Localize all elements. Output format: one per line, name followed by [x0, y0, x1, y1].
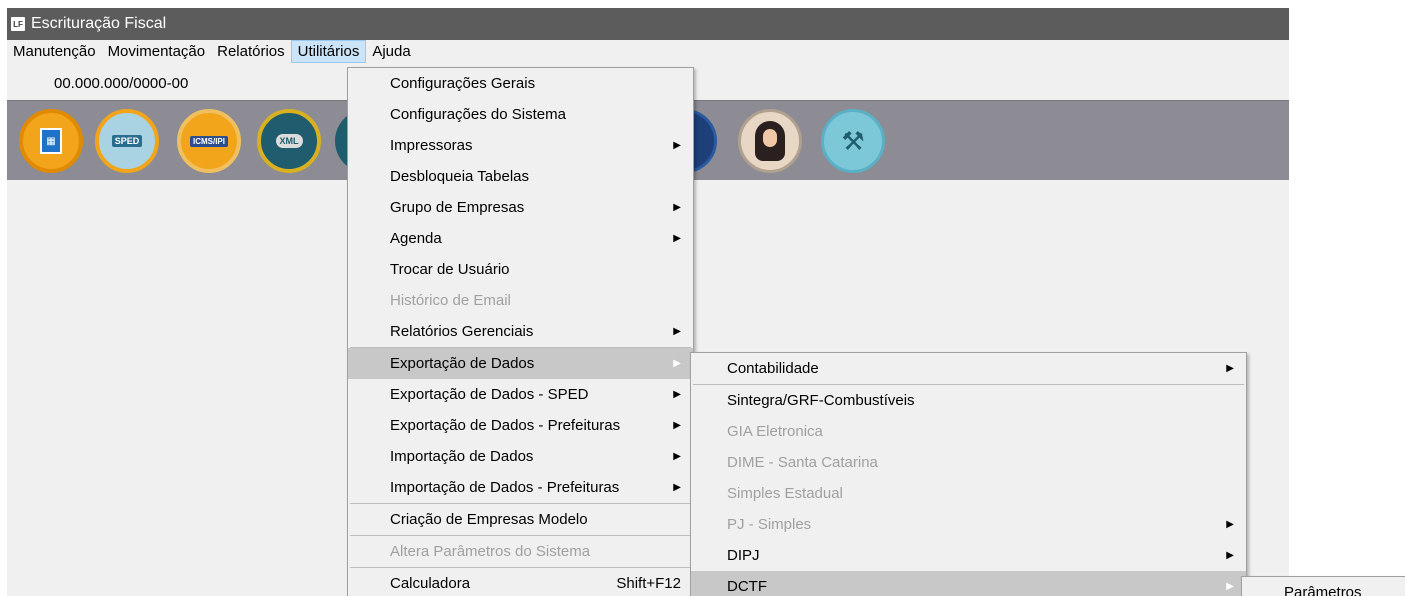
menu-item-label: Importação de Dados - Prefeituras [390, 479, 620, 496]
menu-utilitarios[interactable]: Utilitários [290, 40, 367, 63]
menu-item-label: Configurações Gerais [390, 75, 536, 92]
shortcut-label: Shift+F12 [616, 575, 681, 592]
submenu-item-sintegra[interactable]: Sintegra/GRF-Combustíveis [691, 385, 1246, 416]
menu-item-label: Parâmetros [1284, 584, 1362, 596]
chevron-right-icon: ▶ [673, 482, 681, 493]
menu-ajuda[interactable]: Ajuda [366, 40, 416, 64]
menu-item-label: Altera Parâmetros do Sistema [390, 543, 591, 560]
chevron-right-icon: ▶ [673, 326, 681, 337]
menu-item-label: DIPJ [727, 547, 760, 564]
menu-item-label: Histórico de Email [390, 292, 511, 309]
chevron-right-icon: ▶ [673, 358, 681, 369]
avatar-face [763, 129, 777, 147]
submenu-item-parametros[interactable]: Parâmetros [1242, 577, 1405, 596]
window-title: Escrituração Fiscal [31, 15, 167, 32]
menu-item-grupo-empresas[interactable]: Grupo de Empresas ▶ [348, 192, 693, 223]
xml-cloud-download-icon[interactable]: XML [257, 109, 321, 173]
menu-item-configuracoes-sistema[interactable]: Configurações do Sistema [348, 99, 693, 130]
menu-item-label: GIA Eletronica [727, 423, 823, 440]
sped-contribuicoes-icon[interactable]: SPED [95, 109, 159, 173]
menu-item-importacao-dados[interactable]: Importação de Dados ▶ [348, 441, 693, 472]
menu-item-label: Contabilidade [727, 360, 819, 377]
menu-item-label: Importação de Dados [390, 448, 534, 465]
legal-gavel-icon[interactable]: ⚒ [821, 109, 885, 173]
submenu-item-pj-simples: PJ - Simples ▶ [691, 509, 1246, 540]
menu-item-label: Configurações do Sistema [390, 106, 566, 123]
chevron-right-icon: ▶ [673, 420, 681, 431]
menu-item-importacao-prefeituras[interactable]: Importação de Dados - Prefeituras ▶ [348, 472, 693, 503]
submenu-item-dipj[interactable]: DIPJ ▶ [691, 540, 1246, 571]
menu-item-calculadora[interactable]: Calculadora Shift+F12 [348, 568, 693, 596]
submenu-item-dctf[interactable]: DCTF ▶ [691, 571, 1246, 596]
utilitarios-menu: Configurações Gerais Configurações do Si… [347, 67, 694, 596]
menu-item-label: DIME - Santa Catarina [727, 454, 878, 471]
chevron-right-icon: ▶ [673, 140, 681, 151]
menu-item-label: Trocar de Usuário [390, 261, 510, 278]
submenu-item-contabilidade[interactable]: Contabilidade ▶ [691, 353, 1246, 384]
menu-item-exportacao-prefeituras[interactable]: Exportação de Dados - Prefeituras ▶ [348, 410, 693, 441]
menu-item-exportacao-sped[interactable]: Exportação de Dados - SPED ▶ [348, 379, 693, 410]
gavel-glyph: ⚒ [841, 125, 865, 156]
chevron-right-icon: ▶ [673, 202, 681, 213]
menu-item-label: Simples Estadual [727, 485, 843, 502]
menu-item-label: Exportação de Dados - SPED [390, 386, 589, 403]
menu-item-exportacao-dados[interactable]: Exportação de Dados ▶ [348, 348, 693, 379]
chevron-right-icon: ▶ [1226, 519, 1234, 530]
dctf-submenu: Parâmetros [1241, 576, 1405, 596]
menu-movimentacao[interactable]: Movimentação [102, 40, 212, 64]
chevron-right-icon: ▶ [673, 233, 681, 244]
menu-item-label: Sintegra/GRF-Combustíveis [727, 392, 915, 409]
icms-label: ICMS/IPI [189, 135, 228, 147]
menu-item-label: DCTF [727, 578, 767, 595]
menu-item-label: Grupo de Empresas [390, 199, 525, 216]
menu-item-label: Desbloqueia Tabelas [390, 168, 529, 185]
menu-item-label: Agenda [390, 230, 442, 247]
menu-item-altera-parametros: Altera Parâmetros do Sistema [348, 536, 693, 567]
menu-item-agenda[interactable]: Agenda ▶ [348, 223, 693, 254]
building-glyph: ▦ [40, 128, 62, 154]
title-bar: LF Escrituração Fiscal [7, 8, 1289, 40]
menu-item-label: Criação de Empresas Modelo [390, 511, 588, 528]
assistant-avatar-icon[interactable] [738, 109, 802, 173]
menu-item-impressoras[interactable]: Impressoras ▶ [348, 130, 693, 161]
menu-relatorios[interactable]: Relatórios [211, 40, 291, 64]
menu-item-desbloqueia-tabelas[interactable]: Desbloqueia Tabelas [348, 161, 693, 192]
menu-item-label: Relatórios Gerenciais [390, 323, 534, 340]
menu-item-configuracoes-gerais[interactable]: Configurações Gerais [348, 68, 693, 99]
icms-ipi-icon[interactable]: ICMS/IPI [177, 109, 241, 173]
menu-item-historico-email: Histórico de Email [348, 285, 693, 316]
chevron-right-icon: ▶ [673, 389, 681, 400]
company-building-icon[interactable]: ▦ [19, 109, 83, 173]
chevron-right-icon: ▶ [1226, 550, 1234, 561]
menu-manutencao[interactable]: Manutenção [7, 40, 102, 64]
exportacao-submenu: Contabilidade ▶ Sintegra/GRF-Combustíveis… [690, 352, 1247, 596]
menu-bar: Manutenção Movimentação Relatórios Utili… [7, 40, 1289, 64]
app-root: LF Escrituração Fiscal Manutenção Movime… [0, 0, 1405, 596]
company-cnpj: 00.000.000/0000-00 [54, 75, 189, 92]
avatar-hair [755, 121, 785, 161]
xml-label: XML [275, 134, 303, 148]
submenu-item-dime-sc: DIME - Santa Catarina [691, 447, 1246, 478]
menu-item-label: Exportação de Dados [390, 355, 535, 372]
app-icon: LF [11, 17, 25, 31]
menu-item-label: Exportação de Dados - Prefeituras [390, 417, 621, 434]
menu-item-relatorios-gerenciais[interactable]: Relatórios Gerenciais ▶ [348, 316, 693, 347]
menu-item-label: PJ - Simples [727, 516, 812, 533]
menu-item-label: Impressoras [390, 137, 473, 154]
chevron-right-icon: ▶ [1226, 581, 1234, 592]
menu-item-trocar-usuario[interactable]: Trocar de Usuário [348, 254, 693, 285]
submenu-item-simples-estadual: Simples Estadual [691, 478, 1246, 509]
menu-item-criacao-empresas-modelo[interactable]: Criação de Empresas Modelo [348, 504, 693, 535]
chevron-right-icon: ▶ [673, 451, 681, 462]
menu-item-label: Calculadora [390, 575, 471, 592]
chevron-right-icon: ▶ [1226, 363, 1234, 374]
sped-label: SPED [111, 135, 143, 147]
submenu-item-gia-eletronica: GIA Eletronica [691, 416, 1246, 447]
